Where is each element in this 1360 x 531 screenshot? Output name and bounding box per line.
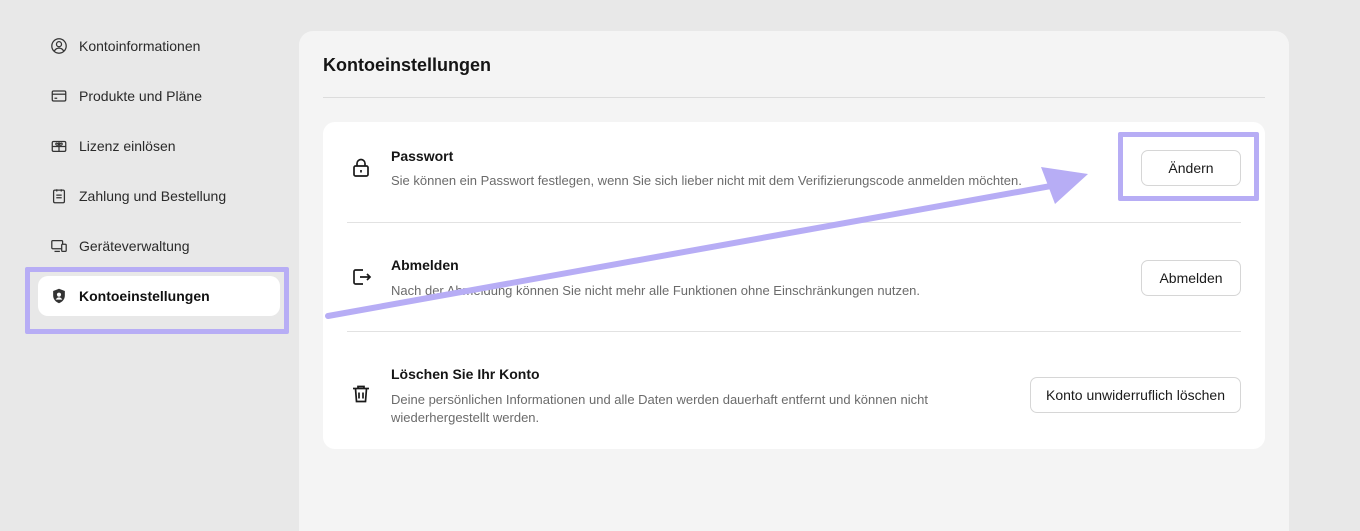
change-password-button[interactable]: Ändern bbox=[1141, 150, 1241, 186]
clipboard-icon bbox=[49, 186, 69, 206]
row-description: Nach der Abmeldung können Sie nicht mehr… bbox=[391, 283, 921, 298]
sidebar-item-lizenz[interactable]: Lizenz einlösen bbox=[38, 126, 280, 166]
sidebar-item-label: Kontoinformationen bbox=[79, 38, 201, 54]
row-title: Abmelden bbox=[391, 257, 459, 273]
page-title: Kontoeinstellungen bbox=[323, 55, 491, 75]
sidebar-item-zahlung[interactable]: Zahlung und Bestellung bbox=[38, 176, 280, 216]
shield-user-icon bbox=[49, 286, 69, 306]
logout-button[interactable]: Abmelden bbox=[1141, 260, 1241, 296]
row-description-line: wiederhergestellt werden. bbox=[391, 410, 540, 425]
delete-account-row: Löschen Sie Ihr Konto Deine persönlichen… bbox=[323, 332, 1265, 449]
logout-row: Abmelden Nach der Abmeldung können Sie n… bbox=[323, 223, 1265, 331]
sidebar-item-label: Geräteverwaltung bbox=[79, 238, 190, 254]
trash-icon bbox=[349, 382, 373, 406]
sidebar-item-produkte[interactable]: Produkte und Pläne bbox=[38, 76, 280, 116]
row-title: Löschen Sie Ihr Konto bbox=[391, 366, 540, 382]
settings-card: Passwort Sie können ein Passwort festleg… bbox=[323, 122, 1265, 449]
main-panel: Kontoeinstellungen Passwort Sie können e… bbox=[299, 31, 1289, 531]
sidebar-item-geraete[interactable]: Geräteverwaltung bbox=[38, 226, 280, 266]
devices-icon bbox=[49, 236, 69, 256]
row-description: Sie können ein Passwort festlegen, wenn … bbox=[391, 173, 1022, 188]
card-icon bbox=[49, 86, 69, 106]
row-title: Passwort bbox=[391, 148, 454, 164]
lock-icon bbox=[349, 156, 373, 180]
sidebar-item-label: Produkte und Pläne bbox=[79, 88, 202, 104]
sidebar: Kontoinformationen Produkte und Pläne Li… bbox=[38, 26, 280, 326]
row-description-line: Deine persönlichen Informationen und all… bbox=[391, 392, 928, 407]
logout-icon bbox=[349, 265, 373, 289]
divider bbox=[323, 97, 1265, 98]
delete-account-button[interactable]: Konto unwiderruflich löschen bbox=[1030, 377, 1241, 413]
sidebar-item-label: Zahlung und Bestellung bbox=[79, 188, 227, 204]
sidebar-item-kontoeinstellungen[interactable]: Kontoeinstellungen bbox=[38, 276, 280, 316]
password-row: Passwort Sie können ein Passwort festleg… bbox=[323, 122, 1265, 222]
sidebar-item-kontoinformationen[interactable]: Kontoinformationen bbox=[38, 26, 280, 66]
gift-icon bbox=[49, 136, 69, 156]
sidebar-item-label: Kontoeinstellungen bbox=[79, 288, 210, 304]
user-circle-icon bbox=[49, 36, 69, 56]
sidebar-item-label: Lizenz einlösen bbox=[79, 138, 176, 154]
row-description: Deine persönlichen Informationen und all… bbox=[391, 391, 928, 427]
